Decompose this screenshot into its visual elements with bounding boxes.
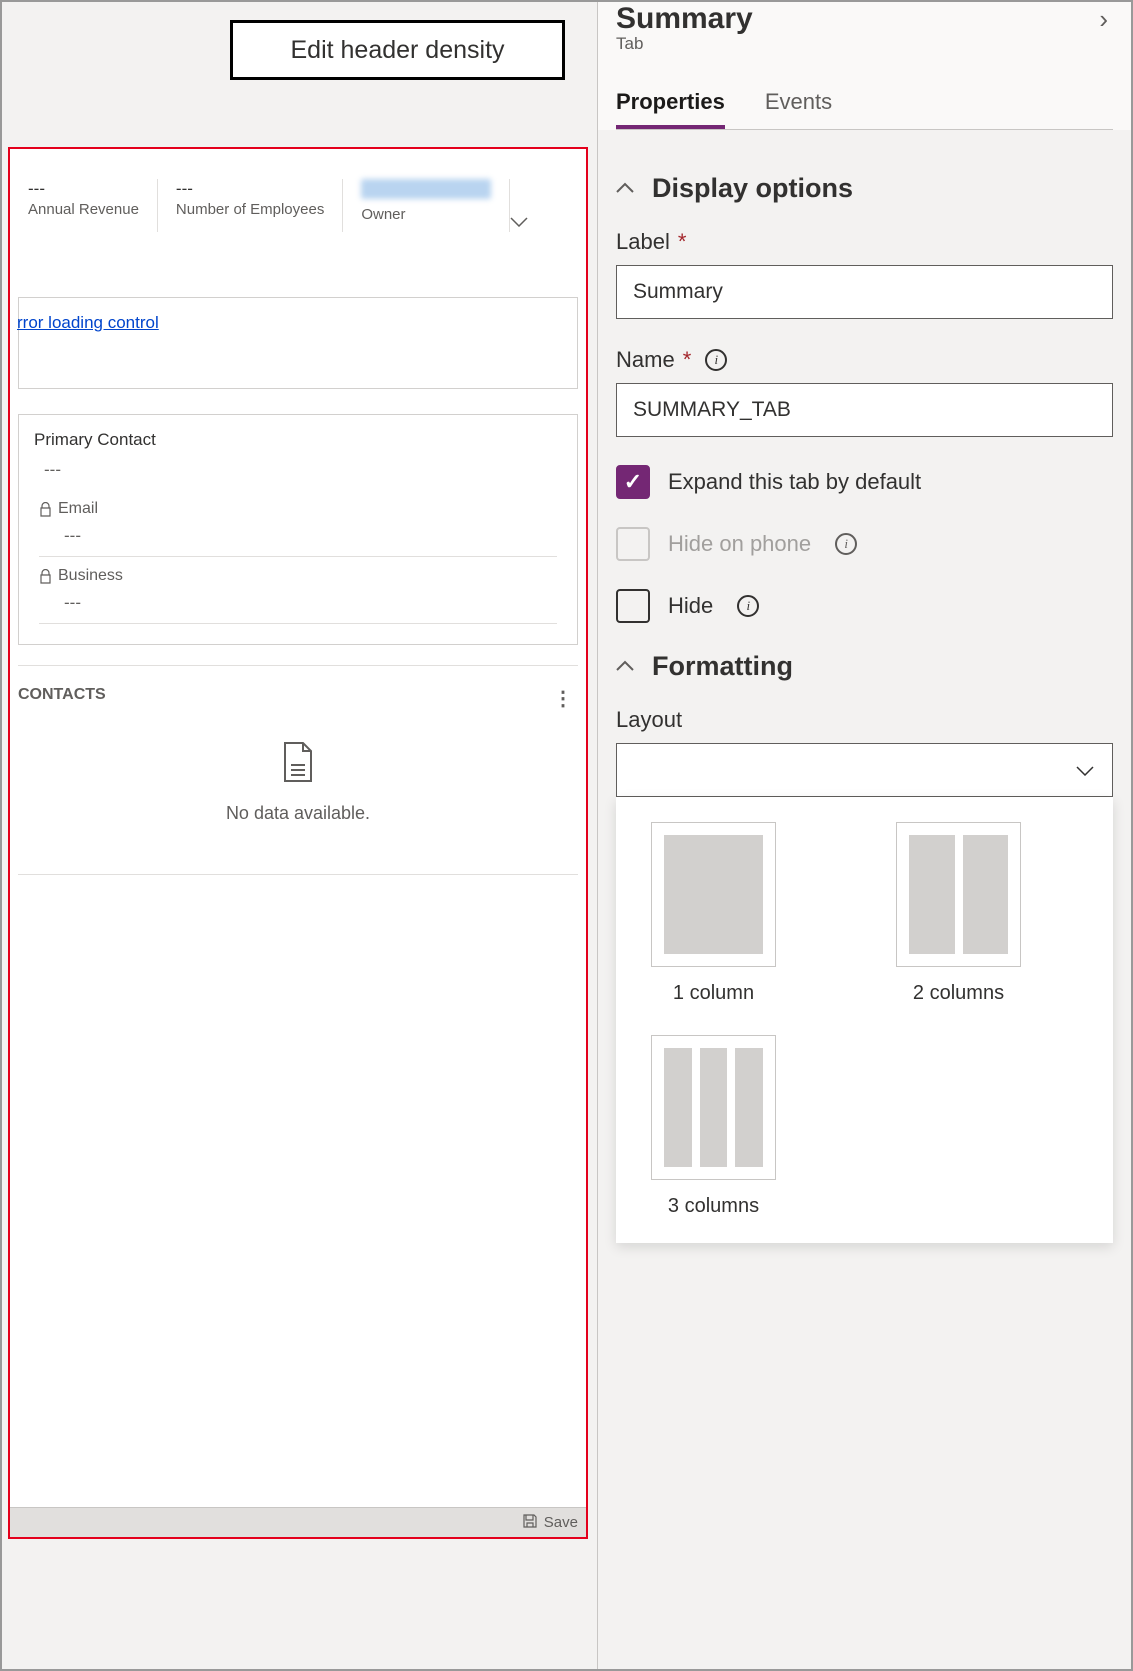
checkbox-unchecked-icon — [616, 527, 650, 561]
layout-option-2-columns[interactable]: 2 columns — [896, 822, 1021, 1005]
number-of-employees-field[interactable]: --- Number of Employees — [158, 179, 343, 232]
save-icon[interactable] — [522, 1513, 538, 1533]
lock-icon — [39, 502, 52, 517]
primary-contact-label: Primary Contact — [34, 430, 562, 450]
info-icon[interactable]: i — [737, 595, 759, 617]
info-icon[interactable]: i — [705, 349, 727, 371]
info-icon[interactable]: i — [835, 533, 857, 555]
email-value: --- — [64, 526, 557, 546]
chevron-up-icon[interactable] — [616, 655, 634, 678]
tab-properties[interactable]: Properties — [616, 89, 725, 129]
contacts-section: CONTACTS ⋮ No data available. — [18, 665, 578, 875]
hide-label: Hide — [668, 593, 713, 619]
layout-select[interactable] — [616, 743, 1113, 797]
business-label: Business — [58, 567, 123, 585]
employees-label: Number of Employees — [176, 201, 324, 218]
hide-on-phone-checkbox-row: Hide on phone i — [616, 527, 1113, 561]
tabs: Properties Events — [616, 89, 1113, 130]
expand-tab-checkbox-row[interactable]: ✓ Expand this tab by default — [616, 465, 1113, 499]
label-input[interactable] — [616, 265, 1113, 319]
tab-events[interactable]: Events — [765, 89, 832, 129]
layout-2-label: 2 columns — [896, 982, 1021, 1005]
error-control-container: rror loading control — [18, 297, 578, 389]
business-value: --- — [64, 593, 557, 613]
checkbox-checked-icon[interactable]: ✓ — [616, 465, 650, 499]
expand-tab-label: Expand this tab by default — [668, 469, 921, 495]
properties-panel: Summary Tab › Properties Events Display … — [597, 2, 1131, 1669]
layout-1-label: 1 column — [651, 982, 776, 1005]
primary-contact-value[interactable]: --- — [44, 460, 562, 480]
panel-title: Summary — [616, 2, 753, 36]
label-field-label: Label — [616, 229, 670, 255]
name-field-label: Name — [616, 347, 675, 373]
name-input[interactable] — [616, 383, 1113, 437]
formatting-title: Formatting — [652, 651, 793, 682]
display-options-title: Display options — [652, 173, 853, 204]
display-options-header[interactable]: Display options — [616, 173, 1113, 204]
form-preview-panel: Edit header density --- Annual Revenue -… — [2, 2, 597, 1669]
document-icon — [281, 741, 315, 788]
lock-icon — [39, 569, 52, 584]
formatting-header[interactable]: Formatting — [616, 651, 1113, 682]
error-loading-control-link[interactable]: rror loading control — [17, 313, 159, 332]
owner-label: Owner — [361, 206, 491, 223]
no-data-text: No data available. — [18, 803, 578, 824]
employees-value: --- — [176, 179, 324, 199]
required-indicator: * — [678, 229, 687, 255]
layout-dropdown: 1 column 2 columns 3 columns — [616, 797, 1113, 1243]
owner-value-redacted — [361, 179, 491, 199]
panel-subtitle: Tab — [616, 34, 753, 54]
email-label: Email — [58, 500, 98, 518]
form-preview: --- Annual Revenue --- Number of Employe… — [8, 147, 588, 1539]
checkbox-unchecked-icon[interactable] — [616, 589, 650, 623]
hide-checkbox-row[interactable]: Hide i — [616, 589, 1113, 623]
annual-revenue-label: Annual Revenue — [28, 201, 139, 218]
layout-field-label: Layout — [616, 707, 682, 733]
hide-on-phone-label: Hide on phone — [668, 531, 811, 557]
email-field[interactable]: Email --- — [39, 500, 557, 557]
chevron-down-icon[interactable] — [510, 179, 546, 232]
edit-header-density-button[interactable]: Edit header density — [230, 20, 565, 80]
chevron-up-icon[interactable] — [616, 177, 634, 200]
layout-thumb-1 — [651, 822, 776, 967]
layout-option-1-column[interactable]: 1 column — [651, 822, 776, 1005]
save-label[interactable]: Save — [544, 1514, 578, 1531]
business-field[interactable]: Business --- — [39, 567, 557, 624]
header-fields: --- Annual Revenue --- Number of Employe… — [10, 149, 586, 252]
required-indicator: * — [683, 347, 692, 373]
layout-thumb-2 — [896, 822, 1021, 967]
chevron-right-icon[interactable]: › — [1099, 2, 1113, 35]
chevron-down-icon — [1076, 760, 1094, 781]
annual-revenue-value: --- — [28, 179, 139, 199]
contacts-title: CONTACTS — [18, 686, 106, 711]
layout-3-label: 3 columns — [651, 1195, 776, 1218]
annual-revenue-field[interactable]: --- Annual Revenue — [10, 179, 158, 232]
layout-thumb-3 — [651, 1035, 776, 1180]
primary-contact-card: Primary Contact --- Email --- — [18, 414, 578, 645]
more-icon[interactable]: ⋮ — [553, 686, 573, 711]
layout-option-3-columns[interactable]: 3 columns — [651, 1035, 776, 1218]
status-bar: Save — [10, 1507, 586, 1537]
owner-field[interactable]: Owner — [343, 179, 510, 232]
